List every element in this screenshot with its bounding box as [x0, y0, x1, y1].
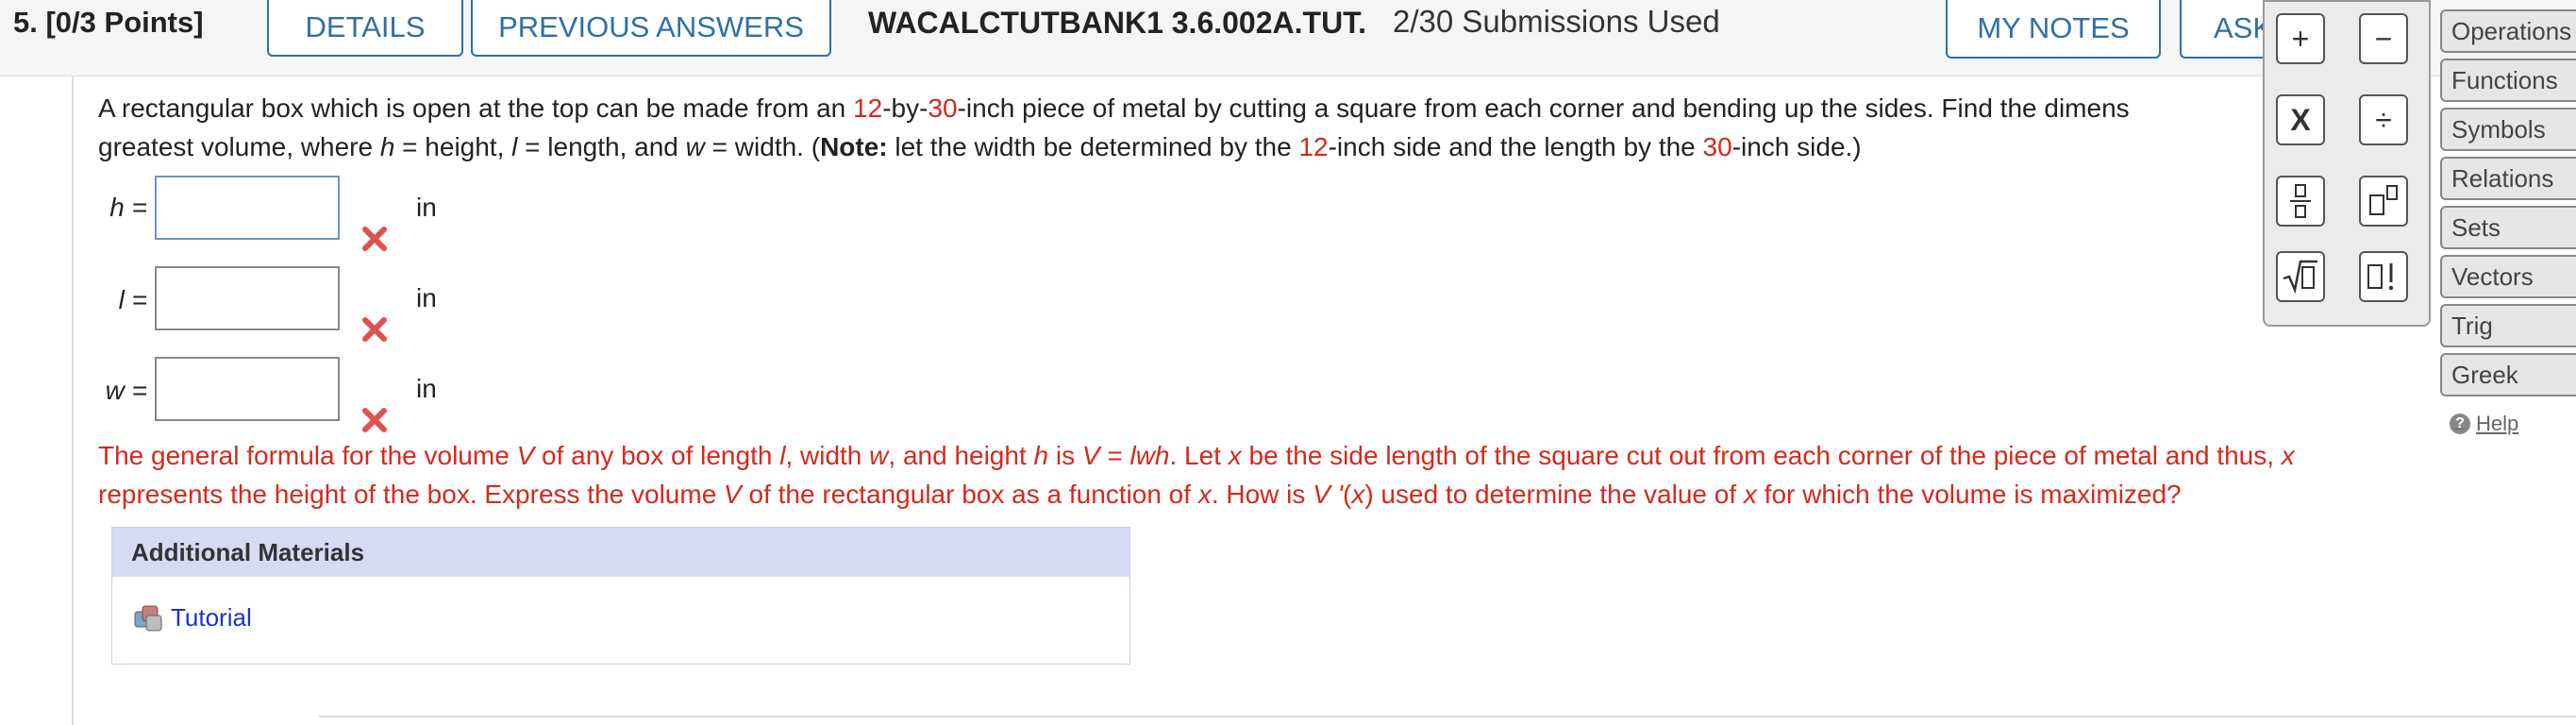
answer-label-h: h = — [109, 193, 147, 222]
tab-previous-answers[interactable]: PREVIOUS ANSWERS — [471, 0, 831, 57]
question-text: A rectangular box which is open at the t… — [98, 93, 2130, 161]
question-number-points: 5. [0/3 Points] — [13, 6, 204, 40]
tutorial-icon — [134, 605, 162, 631]
additional-materials-panel: Additional Materials Tutorial — [111, 527, 1130, 665]
bottom-divider — [319, 716, 2576, 717]
divide-button[interactable]: ÷ — [2359, 94, 2408, 145]
category-symbols[interactable]: Symbols — [2440, 108, 2576, 151]
question-header: 5. [0/3 Points] DETAILS PREVIOUS ANSWERS… — [0, 0, 2576, 76]
answer-unit-l: in — [416, 283, 437, 312]
tutorial-link[interactable]: Tutorial — [171, 603, 252, 632]
category-vectors[interactable]: Vectors — [2440, 255, 2576, 298]
ask-button[interactable]: ASK — [2180, 0, 2274, 59]
incorrect-icon — [362, 408, 387, 432]
incorrect-icon — [362, 227, 387, 251]
answer-input-w[interactable] — [155, 357, 340, 421]
tutorial-link-row[interactable]: Tutorial — [133, 603, 252, 632]
exponent-button[interactable] — [2359, 176, 2408, 227]
hint-text: The general formula for the volume V of … — [98, 441, 2295, 509]
factorial-button[interactable] — [2359, 251, 2408, 302]
sqrt-button[interactable] — [2276, 251, 2325, 302]
category-operations[interactable]: Operations — [2440, 9, 2576, 53]
exponent-icon — [2369, 185, 2398, 215]
category-functions[interactable]: Functions — [2440, 59, 2576, 102]
factorial-icon — [2367, 263, 2394, 291]
category-sets[interactable]: Sets — [2440, 206, 2576, 249]
incorrect-icon — [362, 317, 387, 342]
answer-label-l: l = — [118, 285, 147, 314]
additional-materials-title: Additional Materials — [112, 528, 1129, 577]
category-greek[interactable]: Greek — [2440, 353, 2576, 396]
answer-input-h[interactable] — [155, 176, 340, 240]
answer-unit-w: in — [416, 374, 437, 403]
help-link[interactable]: ? Help — [2450, 412, 2518, 436]
left-divider — [72, 76, 74, 725]
my-notes-button[interactable]: MY NOTES — [1946, 0, 2161, 59]
answer-label-w: w = — [105, 376, 147, 405]
fraction-icon — [2290, 184, 2311, 218]
question-number: 5. — [13, 6, 38, 39]
minus-button[interactable]: − — [2359, 13, 2408, 64]
question-code: WACALCTUTBANK1 3.6.002A.TUT. — [868, 6, 1367, 40]
plus-button[interactable]: + — [2276, 13, 2325, 64]
help-icon: ? — [2450, 413, 2470, 434]
answer-unit-h: in — [416, 193, 437, 222]
math-palette: + − X ÷ — [2263, 0, 2431, 327]
fraction-button[interactable] — [2276, 176, 2325, 227]
category-trig[interactable]: Trig — [2440, 304, 2576, 347]
tab-details[interactable]: DETAILS — [267, 0, 463, 57]
submissions-used: 2/30 Submissions Used — [1393, 4, 1720, 39]
sqrt-icon — [2283, 260, 2317, 295]
category-relations[interactable]: Relations — [2440, 157, 2576, 200]
times-button[interactable]: X — [2276, 94, 2325, 145]
question-points: [0/3 Points] — [45, 6, 204, 39]
answer-input-l[interactable] — [155, 266, 340, 330]
help-label: Help — [2476, 412, 2519, 435]
